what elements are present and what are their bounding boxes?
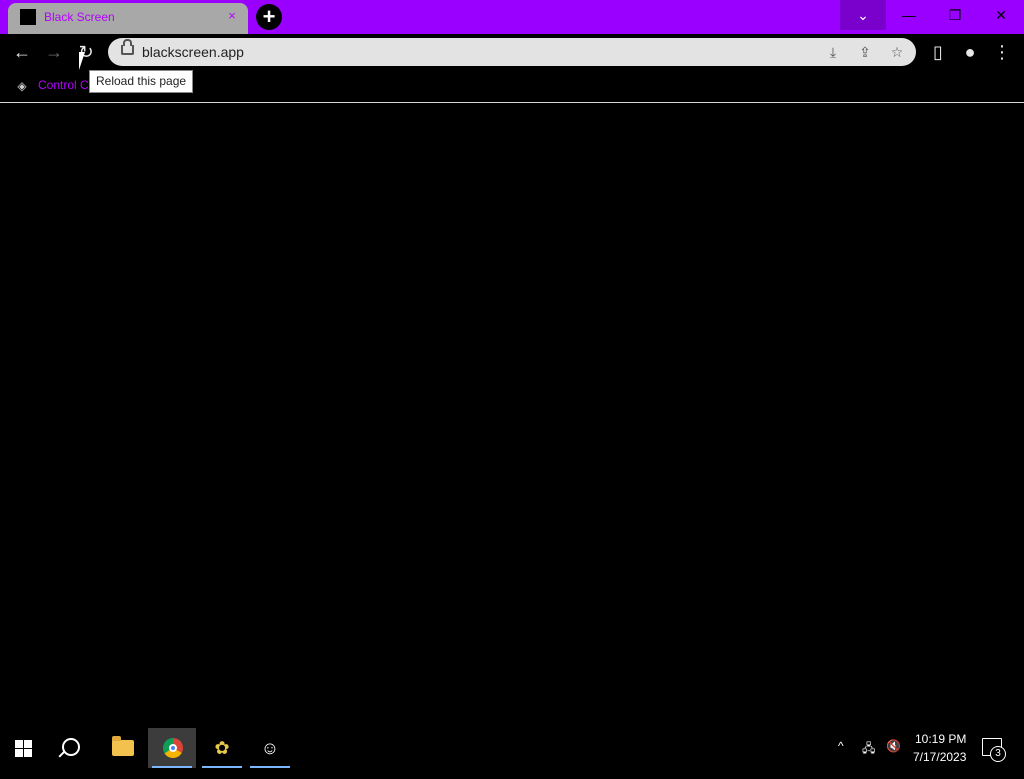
new-tab-button[interactable]: +: [256, 4, 282, 30]
minimize-button[interactable]: —: [886, 0, 932, 30]
taskbar-chrome[interactable]: [148, 728, 196, 768]
taskbar-file-explorer[interactable]: [98, 728, 146, 768]
address-bar[interactable]: blackscreen.app ⤓ ⇪ ☆: [108, 38, 916, 66]
install-download-icon[interactable]: ⤓: [823, 42, 843, 62]
taskbar-bee-app[interactable]: ✿: [198, 728, 246, 768]
clock-time[interactable]: 10:19 PM: [915, 732, 966, 746]
profile-avatar-button[interactable]: ●: [958, 40, 982, 64]
volume-muted-icon[interactable]: 🔇: [886, 739, 901, 779]
browser-toolbar: ← → ↻ blackscreen.app ⤓ ⇪ ☆ ▯ ● ⋮: [0, 34, 1024, 70]
windows-taskbar: ✿ ☺ ^ 🖧 🔇 10:19 PM 7/17/2023 3: [0, 728, 1024, 768]
control-center-icon: ◈: [17, 79, 27, 93]
notification-count-badge: 3: [990, 746, 1006, 762]
back-button[interactable]: ←: [10, 40, 34, 64]
restore-button[interactable]: ❐: [932, 0, 978, 30]
bee-app-icon: ✿: [214, 738, 230, 758]
tray-overflow-chevron-icon[interactable]: ^: [838, 739, 844, 779]
url-text[interactable]: blackscreen.app: [142, 44, 244, 60]
file-explorer-icon: [112, 736, 134, 756]
mouse-cursor-icon: [79, 52, 91, 70]
page-content-black[interactable]: [0, 103, 1024, 728]
black-square-icon: [20, 9, 36, 25]
search-icon: [62, 738, 80, 756]
reload-tooltip: Reload this page: [89, 70, 194, 93]
tab-title: Black Screen: [44, 10, 115, 24]
clock-date[interactable]: 7/17/2023: [913, 750, 966, 764]
taskbar-cartoon-app[interactable]: ☺: [246, 728, 294, 768]
forward-button[interactable]: →: [42, 40, 66, 64]
lock-icon[interactable]: [121, 39, 134, 55]
side-panel-button[interactable]: ▯: [926, 40, 950, 64]
tab-black-screen[interactable]: Black Screen ×: [8, 3, 248, 34]
start-button[interactable]: [0, 728, 48, 768]
cartoon-app-icon: ☺: [260, 738, 280, 758]
chrome-icon: [163, 738, 183, 758]
tab-close-icon[interactable]: ×: [224, 8, 240, 24]
browser-title-bar: Black Screen × + ⌄ — ❐ ✕: [0, 0, 1024, 34]
browser-menu-button[interactable]: ⋮: [990, 40, 1014, 64]
tab-search-button[interactable]: ⌄: [840, 0, 886, 30]
bookmark-star-icon[interactable]: ☆: [887, 42, 907, 62]
close-window-button[interactable]: ✕: [978, 0, 1024, 30]
bookmark-label: Control C: [38, 78, 89, 92]
network-icon[interactable]: 🖧: [862, 739, 875, 779]
taskbar-search-button[interactable]: [48, 728, 96, 768]
windows-logo-icon: [15, 740, 33, 757]
share-icon[interactable]: ⇪: [855, 42, 875, 62]
